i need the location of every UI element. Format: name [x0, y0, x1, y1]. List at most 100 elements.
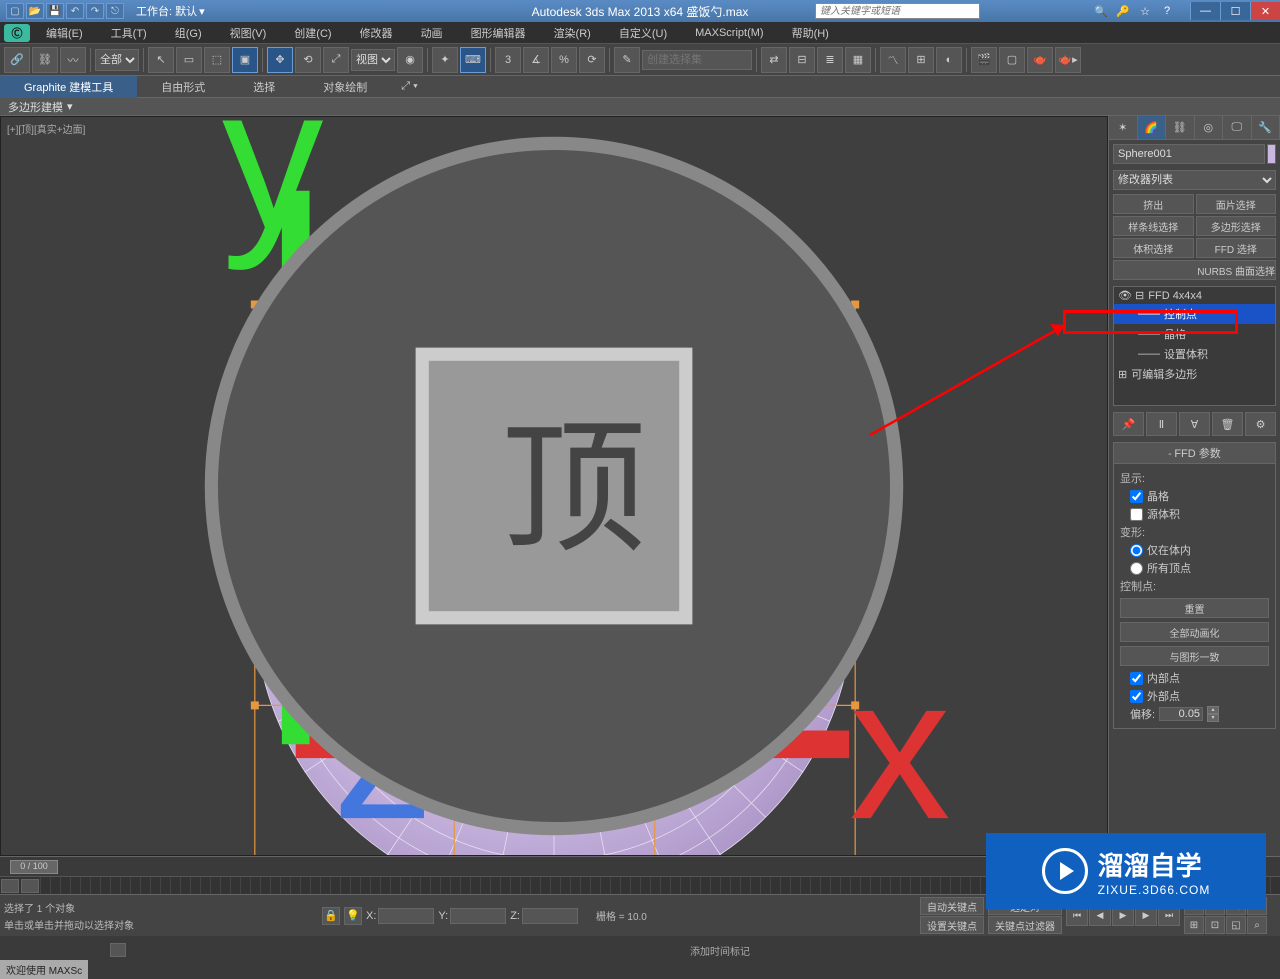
reset-button[interactable]: 重置: [1120, 598, 1269, 618]
zoom-region-icon[interactable]: ⌕: [1247, 916, 1267, 934]
inside-points-checkbox[interactable]: 内部点: [1130, 670, 1269, 686]
render-icon[interactable]: 🫖: [1027, 47, 1053, 73]
named-sel-input[interactable]: [642, 50, 752, 70]
move-tool-icon[interactable]: ✥: [267, 47, 293, 73]
modifier-list-dropdown[interactable]: 修改器列表: [1113, 170, 1276, 190]
percent-snap-icon[interactable]: %: [551, 47, 577, 73]
outside-points-checkbox[interactable]: 外部点: [1130, 688, 1269, 704]
ribbon-sub-arrow-icon[interactable]: ▾: [67, 100, 73, 113]
search-input[interactable]: [816, 4, 979, 18]
menu-grapheditors[interactable]: 图形编辑器: [457, 25, 540, 41]
ribbon-expand-icon[interactable]: ⤢ ▾: [391, 76, 427, 98]
align-icon[interactable]: ⊟: [789, 47, 815, 73]
zoom-all-icon[interactable]: ⊞: [1184, 916, 1204, 934]
extrude-button[interactable]: 挤出: [1113, 194, 1194, 214]
workspace-label[interactable]: 工作台: 默认: [136, 3, 197, 19]
workspace-dropdown-arrow[interactable]: ▾: [199, 5, 205, 18]
y-coord-input[interactable]: [450, 908, 506, 924]
new-icon[interactable]: ▢: [6, 3, 24, 19]
viewport[interactable]: [+][顶][真实+边面]: [0, 116, 1108, 856]
object-name-input[interactable]: [1113, 144, 1265, 164]
show-end-result-icon[interactable]: Ⅱ: [1146, 412, 1177, 436]
menu-tools[interactable]: 工具(T): [97, 25, 161, 41]
schematic-view-icon[interactable]: ⊞: [908, 47, 934, 73]
spinner-down-icon[interactable]: ▾: [1207, 714, 1219, 722]
menu-help[interactable]: 帮助(H): [778, 25, 843, 41]
keyboard-shortcut-icon[interactable]: ⌨: [460, 47, 486, 73]
maximize-button[interactable]: ☐: [1220, 2, 1250, 20]
mirror-icon[interactable]: ⇄: [761, 47, 787, 73]
search-box[interactable]: [815, 3, 980, 19]
stack-set-volume[interactable]: —— 设置体积: [1114, 344, 1275, 364]
layers-icon[interactable]: ≣: [817, 47, 843, 73]
star-icon[interactable]: ☆: [1137, 3, 1153, 19]
spline-select-button[interactable]: 样条线选择: [1113, 216, 1194, 236]
configure-sets-icon[interactable]: ⚙: [1245, 412, 1276, 436]
ribbon-tab-selection[interactable]: 选择: [229, 76, 299, 98]
save-icon[interactable]: 💾: [46, 3, 64, 19]
stack-ffd[interactable]: 👁 ⊟ FFD 4x4x4: [1114, 287, 1275, 304]
window-crossing-icon[interactable]: ▣: [232, 47, 258, 73]
display-tab-icon[interactable]: 🖵: [1223, 116, 1252, 139]
setkey-button[interactable]: 设置关键点: [920, 916, 984, 934]
bind-tool-icon[interactable]: 〰: [60, 47, 86, 73]
create-tab-icon[interactable]: ✶: [1109, 116, 1138, 139]
menu-animation[interactable]: 动画: [407, 25, 457, 41]
zoom-extents-icon[interactable]: ⊡: [1205, 916, 1225, 934]
modifier-stack[interactable]: 👁 ⊟ FFD 4x4x4 —— 控制点 —— 晶格 —— 设置体积 ⊞ 可编辑…: [1113, 286, 1276, 406]
key-filters-button[interactable]: 关键点过滤器: [988, 916, 1062, 934]
redo-icon[interactable]: ↷: [86, 3, 104, 19]
key-icon[interactable]: 🔑: [1115, 3, 1131, 19]
snap-3-icon[interactable]: 3: [495, 47, 521, 73]
motion-tab-icon[interactable]: ◎: [1195, 116, 1224, 139]
volume-select-button[interactable]: 体积选择: [1113, 238, 1194, 258]
hierarchy-tab-icon[interactable]: ⛓: [1166, 116, 1195, 139]
link-icon[interactable]: ⎋: [106, 3, 124, 19]
modify-tab-icon[interactable]: 🌈: [1138, 116, 1167, 139]
ribbon-tab-paint[interactable]: 对象绘制: [299, 76, 391, 98]
offset-spinner[interactable]: [1159, 707, 1203, 721]
source-vol-checkbox[interactable]: 源体积: [1130, 506, 1269, 522]
menu-create[interactable]: 创建(C): [280, 25, 345, 41]
add-time-tag[interactable]: 添加时间标记: [690, 943, 750, 958]
all-verts-radio[interactable]: 所有顶点: [1130, 560, 1269, 576]
lattice-checkbox[interactable]: 晶格: [1130, 488, 1269, 504]
material-editor-icon[interactable]: ◐: [936, 47, 962, 73]
app-menu-icon[interactable]: Ⓒ: [4, 24, 30, 42]
script-listener-icon[interactable]: [110, 943, 126, 957]
rollout-header[interactable]: - FFD 参数: [1114, 443, 1275, 464]
unlink-tool-icon[interactable]: ⛓: [32, 47, 58, 73]
menu-maxscript[interactable]: MAXScript(M): [681, 27, 777, 39]
select-tool-icon[interactable]: ↖: [148, 47, 174, 73]
max-toggle-icon[interactable]: ◱: [1226, 916, 1246, 934]
stack-editable-poly[interactable]: ⊞ 可编辑多边形: [1114, 364, 1275, 384]
ribbon-subpanel[interactable]: 多边形建模 ▾: [0, 98, 1280, 116]
graphite-icon[interactable]: ▦: [845, 47, 871, 73]
make-unique-icon[interactable]: ∀: [1179, 412, 1210, 436]
selection-filter-dropdown[interactable]: 全部: [95, 49, 139, 71]
edit-named-sel-icon[interactable]: ✎: [614, 47, 640, 73]
menu-view[interactable]: 视图(V): [216, 25, 281, 41]
select-region-icon[interactable]: ⬚: [204, 47, 230, 73]
x-coord-input[interactable]: [378, 908, 434, 924]
trackbar-mini-icon[interactable]: [21, 879, 39, 893]
stack-control-points[interactable]: —— 控制点: [1114, 304, 1275, 324]
utilities-tab-icon[interactable]: 🔧: [1252, 116, 1280, 139]
conform-to-shape-button[interactable]: 与图形一致: [1120, 646, 1269, 666]
pin-stack-icon[interactable]: 📌: [1113, 412, 1144, 436]
render-prod-icon[interactable]: 🫖▸: [1055, 47, 1081, 73]
viewcube[interactable]: 顶: [1, 117, 1107, 855]
trackbar-toggle-icon[interactable]: [1, 879, 19, 893]
nurbs-surf-button[interactable]: NURBS 曲面选择: [1113, 260, 1276, 280]
time-slider[interactable]: 0 / 100: [10, 860, 58, 874]
ribbon-tab-graphite[interactable]: Graphite 建模工具: [0, 76, 137, 98]
scale-tool-icon[interactable]: ⤢: [323, 47, 349, 73]
angle-snap-icon[interactable]: ∡: [523, 47, 549, 73]
only-in-volume-radio[interactable]: 仅在体内: [1130, 542, 1269, 558]
pivot-icon[interactable]: ◉: [397, 47, 423, 73]
binoculars-icon[interactable]: 🔍: [1093, 3, 1109, 19]
z-coord-input[interactable]: [522, 908, 578, 924]
isolate-icon[interactable]: 💡: [344, 907, 362, 925]
render-setup-icon[interactable]: 🎬: [971, 47, 997, 73]
maxscript-listener-tab[interactable]: 欢迎使用 MAXSc: [0, 960, 88, 979]
